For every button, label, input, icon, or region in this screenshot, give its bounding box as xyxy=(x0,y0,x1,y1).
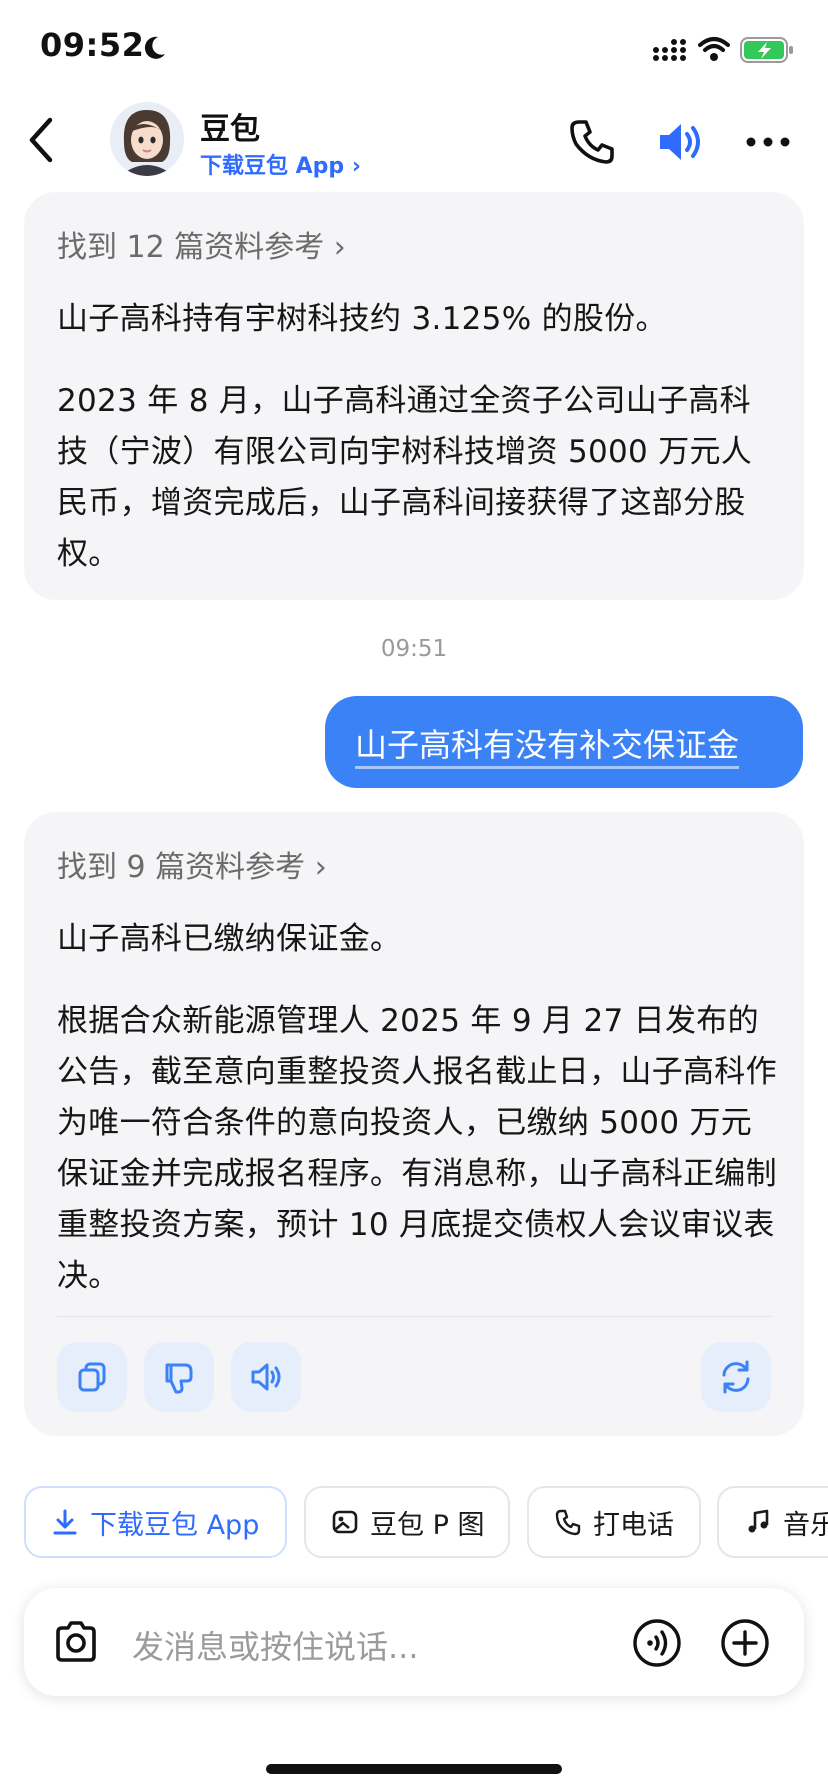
thumbs-down-icon xyxy=(165,1363,193,1394)
chip-label: 下载豆包 App xyxy=(90,1509,260,1541)
more-icon[interactable] xyxy=(742,116,794,168)
references-link[interactable]: 找到 9 篇资料参考 › xyxy=(57,842,327,886)
call-chip[interactable]: 打电话 xyxy=(527,1486,701,1558)
home-indicator[interactable] xyxy=(266,1764,562,1774)
message-timestamp: 09:51 xyxy=(380,636,448,662)
download-app-link[interactable]: 下载豆包 App › xyxy=(200,148,361,180)
download-app-chip[interactable]: 下载豆包 App xyxy=(24,1486,287,1558)
status-time: 09:52 xyxy=(40,26,145,64)
speaker-icon[interactable] xyxy=(654,116,706,168)
copy-icon xyxy=(78,1362,106,1392)
regenerate-button[interactable] xyxy=(701,1342,771,1412)
phone-icon xyxy=(555,1509,581,1536)
ai-message-card: 找到 12 篇资料参考 › 山子高科持有宇树科技约 3.125% 的股份。 20… xyxy=(24,192,804,600)
chip-label: 豆包 P 图 xyxy=(370,1509,485,1541)
message-input[interactable]: 发消息或按住说话... xyxy=(132,1622,419,1668)
references-link[interactable]: 找到 12 篇资料参考 › xyxy=(57,222,346,266)
image-edit-icon xyxy=(332,1510,358,1534)
back-chevron-icon[interactable] xyxy=(22,112,62,168)
message-paragraph: 山子高科持有宇树科技约 3.125% 的股份。 xyxy=(57,301,667,337)
download-icon xyxy=(53,1509,77,1535)
music-chip[interactable]: 音乐 xyxy=(717,1486,828,1558)
read-aloud-icon xyxy=(251,1363,281,1391)
music-note-icon xyxy=(748,1509,769,1533)
message-paragraph: 根据合众新能源管理人 2025 年 9 月 27 日发布的公告，截至意向重整投资… xyxy=(57,1003,777,1294)
phone-icon[interactable] xyxy=(566,116,618,168)
voice-wave-icon[interactable] xyxy=(632,1618,682,1668)
avatar[interactable] xyxy=(110,102,184,176)
chip-label: 打电话 xyxy=(593,1509,674,1541)
message-paragraph: 2023 年 8 月，山子高科通过全资子公司山子高科技（宁波）有限公司向宇树科技… xyxy=(57,383,753,572)
divider xyxy=(57,1316,771,1317)
dislike-button[interactable] xyxy=(144,1342,214,1412)
read-aloud-button[interactable] xyxy=(231,1342,301,1412)
p-image-chip[interactable]: 豆包 P 图 xyxy=(304,1486,510,1558)
regenerate-icon xyxy=(722,1360,750,1394)
message-paragraph: 山子高科已缴纳保证金。 xyxy=(57,921,402,957)
chip-label: 音乐 xyxy=(783,1509,828,1541)
user-message-text: 山子高科有没有补交保证金 xyxy=(355,726,740,764)
camera-icon[interactable] xyxy=(52,1620,100,1664)
battery-charging-icon xyxy=(740,37,793,63)
copy-button[interactable] xyxy=(57,1342,127,1412)
ai-message-card: 找到 9 篇资料参考 › 山子高科已缴纳保证金。 根据合众新能源管理人 2025… xyxy=(24,812,804,1436)
moon-icon xyxy=(144,36,165,59)
user-message-bubble[interactable]: 山子高科有没有补交保证金 xyxy=(325,696,803,788)
message-input-bar[interactable]: 发消息或按住说话... xyxy=(24,1588,804,1696)
plus-circle-icon[interactable] xyxy=(720,1618,770,1668)
wifi-icon xyxy=(698,37,730,61)
bot-name: 豆包 xyxy=(200,112,260,147)
signal-icon xyxy=(653,39,686,61)
